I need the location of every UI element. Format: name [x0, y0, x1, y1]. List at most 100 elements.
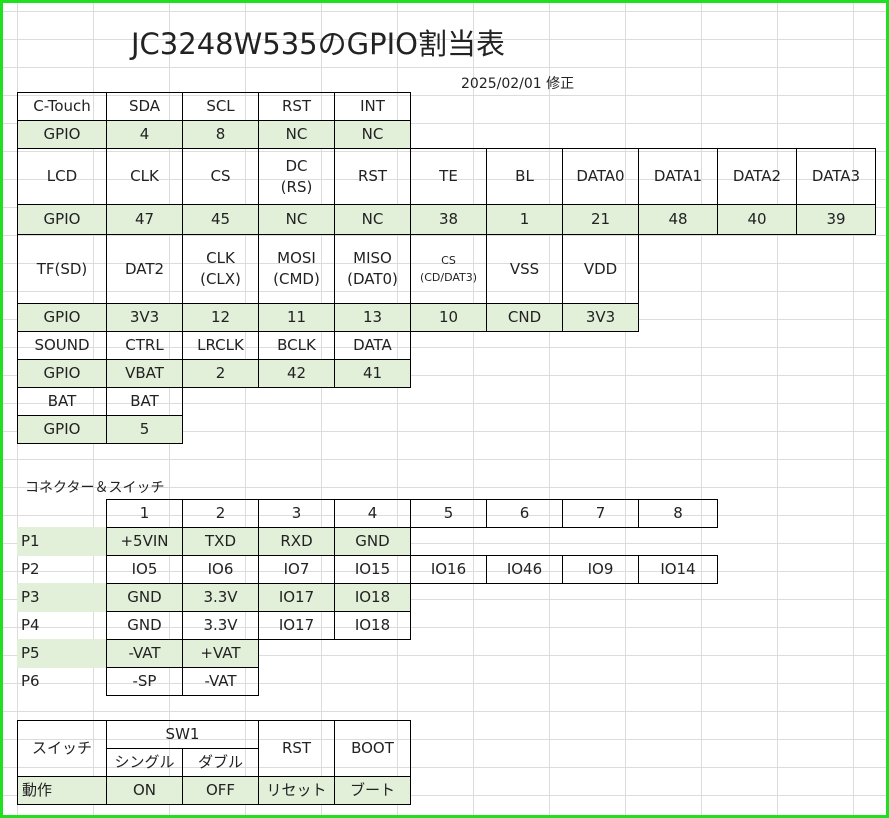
p2-pin-cell[interactable]: IO14	[638, 555, 718, 584]
tf-header-cell[interactable]: CLK (CLX)	[182, 234, 259, 304]
p5-pin-cell[interactable]: -VAT	[106, 639, 183, 668]
lcd-gpio-cell[interactable]: 40	[717, 204, 797, 235]
sw1-header-cell[interactable]: SW1	[106, 720, 259, 749]
lcd-header-cell[interactable]: CLK	[106, 148, 183, 205]
sw1-double-cell[interactable]: ダブル	[182, 748, 259, 777]
touch-header-cell[interactable]: C-Touch	[17, 92, 107, 121]
lcd-header-cell[interactable]: RST	[334, 148, 411, 205]
sound-header-cell[interactable]: SOUND	[17, 331, 107, 360]
tf-gpio-cell[interactable]: 10	[410, 303, 487, 332]
sound-header-cell[interactable]: CTRL	[106, 331, 183, 360]
lcd-gpio-cell[interactable]: NC	[334, 204, 411, 235]
connector-number-cell[interactable]: 2	[182, 499, 259, 528]
tf-gpio-cell[interactable]: 13	[334, 303, 411, 332]
p4-pin-cell[interactable]: 3.3V	[182, 611, 259, 640]
tf-gpio-cell[interactable]: CND	[486, 303, 563, 332]
p2-pin-cell[interactable]: IO5	[106, 555, 183, 584]
touch-gpio-cell[interactable]: GPIO	[17, 120, 107, 149]
action-label-cell[interactable]: 動作	[17, 776, 107, 805]
p4-pin-cell[interactable]: IO17	[258, 611, 335, 640]
lcd-gpio-cell[interactable]: 21	[562, 204, 639, 235]
tf-gpio-cell[interactable]: GPIO	[17, 303, 107, 332]
lcd-gpio-cell[interactable]: 48	[638, 204, 718, 235]
connector-number-cell[interactable]: 3	[258, 499, 335, 528]
sound-gpio-cell[interactable]: 42	[258, 359, 335, 388]
sound-header-cell[interactable]: LRCLK	[182, 331, 259, 360]
connector-number-cell[interactable]: 7	[562, 499, 639, 528]
bat-header-cell[interactable]: BAT	[17, 387, 107, 416]
p2-pin-cell[interactable]: IO7	[258, 555, 335, 584]
connector-row-label-p1[interactable]: P1	[17, 527, 107, 556]
lcd-header-cell[interactable]: LCD	[17, 148, 107, 205]
connector-number-cell[interactable]: 5	[410, 499, 487, 528]
bat-gpio-cell[interactable]: GPIO	[17, 415, 107, 444]
sound-gpio-cell[interactable]: GPIO	[17, 359, 107, 388]
touch-gpio-cell[interactable]: NC	[334, 120, 411, 149]
connector-corner-cell[interactable]	[17, 499, 107, 528]
connector-row-label-p3[interactable]: P3	[17, 583, 107, 612]
lcd-header-cell[interactable]: DATA0	[562, 148, 639, 205]
touch-header-cell[interactable]: INT	[334, 92, 411, 121]
connector-row-label-p5[interactable]: P5	[17, 639, 107, 668]
p4-pin-cell[interactable]: GND	[106, 611, 183, 640]
action-off-cell[interactable]: OFF	[182, 776, 259, 805]
action-boot-cell[interactable]: ブート	[334, 776, 411, 805]
p3-pin-cell[interactable]: GND	[106, 583, 183, 612]
tf-header-cell[interactable]: CS (CD/DAT3)	[410, 234, 487, 304]
touch-gpio-cell[interactable]: 4	[106, 120, 183, 149]
p1-pin-cell[interactable]: +5VIN	[106, 527, 183, 556]
action-on-cell[interactable]: ON	[106, 776, 183, 805]
touch-gpio-cell[interactable]: NC	[258, 120, 335, 149]
p1-pin-cell[interactable]: TXD	[182, 527, 259, 556]
connector-number-cell[interactable]: 8	[638, 499, 718, 528]
touch-header-cell[interactable]: SCL	[182, 92, 259, 121]
lcd-header-cell[interactable]: TE	[410, 148, 487, 205]
p1-pin-cell[interactable]: RXD	[258, 527, 335, 556]
p2-pin-cell[interactable]: IO6	[182, 555, 259, 584]
connector-number-cell[interactable]: 4	[334, 499, 411, 528]
lcd-header-cell[interactable]: BL	[486, 148, 563, 205]
p2-pin-cell[interactable]: IO46	[486, 555, 563, 584]
lcd-gpio-cell[interactable]: GPIO	[17, 204, 107, 235]
switch-label-cell[interactable]: スイッチ	[17, 720, 107, 777]
tf-gpio-cell[interactable]: 3V3	[562, 303, 639, 332]
tf-header-cell[interactable]: TF(SD)	[17, 234, 107, 304]
tf-header-cell[interactable]: MISO (DAT0)	[334, 234, 411, 304]
p4-pin-cell[interactable]: IO18	[334, 611, 411, 640]
boot-header-cell[interactable]: BOOT	[334, 720, 411, 777]
lcd-header-cell[interactable]: CS	[182, 148, 259, 205]
rst-header-cell[interactable]: RST	[258, 720, 335, 777]
action-reset-cell[interactable]: リセット	[258, 776, 335, 805]
sound-gpio-cell[interactable]: 41	[334, 359, 411, 388]
tf-header-cell[interactable]: VSS	[486, 234, 563, 304]
lcd-gpio-cell[interactable]: 47	[106, 204, 183, 235]
p6-pin-cell[interactable]: -SP	[106, 667, 183, 696]
tf-gpio-cell[interactable]: 12	[182, 303, 259, 332]
tf-gpio-cell[interactable]: 3V3	[106, 303, 183, 332]
sw1-single-cell[interactable]: シングル	[106, 748, 183, 777]
touch-header-cell[interactable]: RST	[258, 92, 335, 121]
p2-pin-cell[interactable]: IO16	[410, 555, 487, 584]
lcd-gpio-cell[interactable]: NC	[258, 204, 335, 235]
sound-header-cell[interactable]: BCLK	[258, 331, 335, 360]
p3-pin-cell[interactable]: IO18	[334, 583, 411, 612]
p5-pin-cell[interactable]: +VAT	[182, 639, 259, 668]
p3-pin-cell[interactable]: 3.3V	[182, 583, 259, 612]
p3-pin-cell[interactable]: IO17	[258, 583, 335, 612]
lcd-header-cell[interactable]: DATA3	[796, 148, 876, 205]
lcd-header-cell[interactable]: DC (RS)	[258, 148, 335, 205]
connector-number-cell[interactable]: 6	[486, 499, 563, 528]
connector-row-label-p2[interactable]: P2	[17, 555, 107, 584]
p6-pin-cell[interactable]: -VAT	[182, 667, 259, 696]
p2-pin-cell[interactable]: IO15	[334, 555, 411, 584]
sound-gpio-cell[interactable]: VBAT	[106, 359, 183, 388]
sound-gpio-cell[interactable]: 2	[182, 359, 259, 388]
connector-number-cell[interactable]: 1	[106, 499, 183, 528]
lcd-gpio-cell[interactable]: 1	[486, 204, 563, 235]
lcd-header-cell[interactable]: DATA1	[638, 148, 718, 205]
lcd-gpio-cell[interactable]: 38	[410, 204, 487, 235]
sound-header-cell[interactable]: DATA	[334, 331, 411, 360]
lcd-gpio-cell[interactable]: 45	[182, 204, 259, 235]
bat-gpio-cell[interactable]: 5	[106, 415, 183, 444]
tf-gpio-cell[interactable]: 11	[258, 303, 335, 332]
